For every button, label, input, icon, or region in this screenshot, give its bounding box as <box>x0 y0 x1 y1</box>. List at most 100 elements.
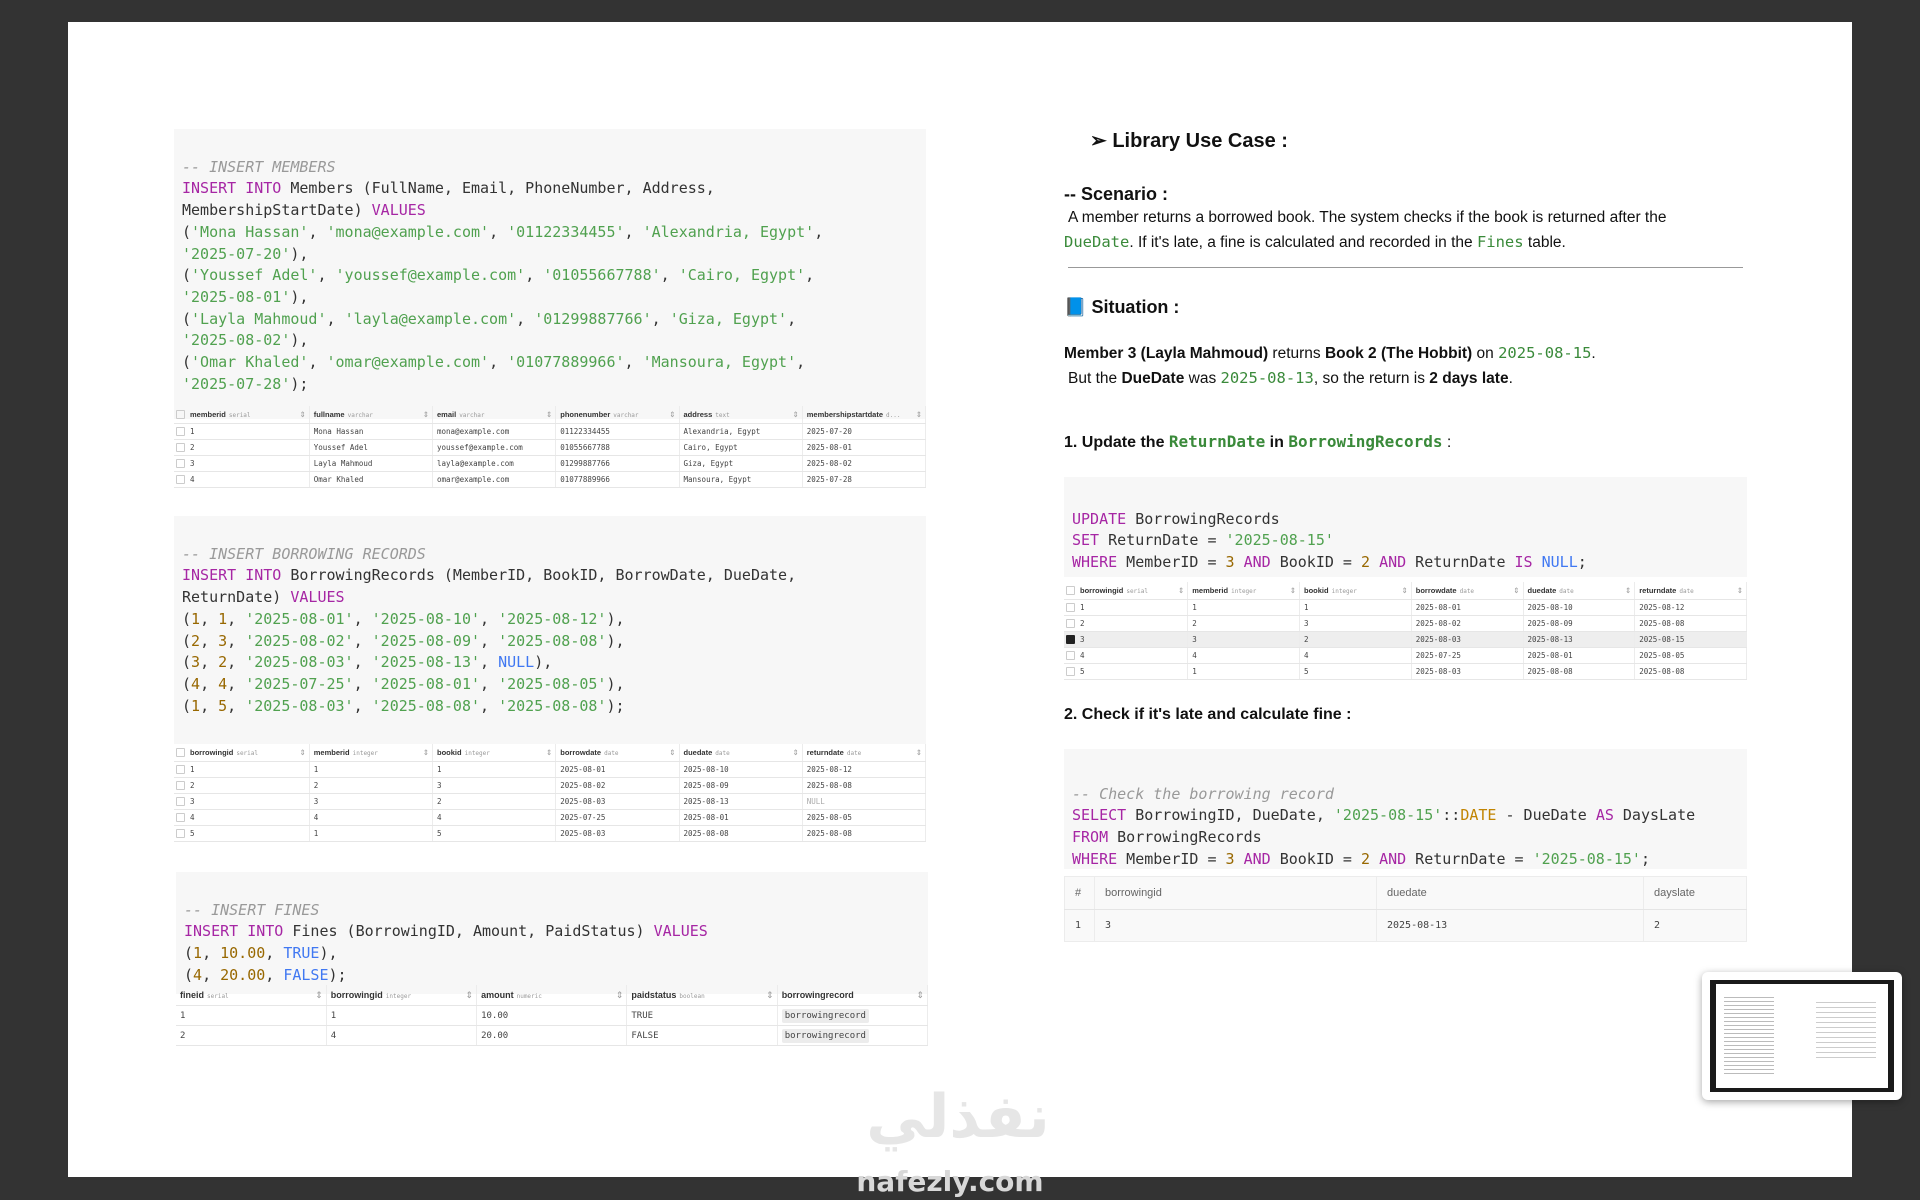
column-header[interactable]: borrowingid serial ⇕ <box>1076 582 1189 600</box>
table-cell: 1 <box>1187 663 1300 680</box>
column-header[interactable]: borrowdate date ⇕ <box>555 744 680 762</box>
row-checkbox[interactable] <box>174 777 186 794</box>
sort-icon[interactable]: ⇕ <box>792 748 798 757</box>
column-header[interactable]: returndate date ⇕ <box>802 744 927 762</box>
column-header[interactable]: bookid integer ⇕ <box>1299 582 1412 600</box>
table-row[interactable]: 3 3 2 2025-08-03 2025-08-13 NULL <box>174 793 927 810</box>
code-number: 20.00 <box>220 965 266 984</box>
sort-icon[interactable]: ⇕ <box>916 990 924 1001</box>
sort-icon[interactable]: ⇕ <box>299 748 305 757</box>
table-row[interactable]: 2 2 3 2025-08-02 2025-08-09 2025-08-08 <box>1064 615 1747 632</box>
sort-icon[interactable]: ⇕ <box>1737 586 1743 595</box>
sort-icon[interactable]: ⇕ <box>299 410 305 419</box>
row-checkbox[interactable] <box>174 423 186 440</box>
column-header[interactable]: borrowingid integer ⇕ <box>326 985 478 1006</box>
column-header[interactable]: memberid integer ⇕ <box>1187 582 1300 600</box>
column-header[interactable]: address text ⇕ <box>679 406 803 424</box>
select-all-checkbox[interactable] <box>174 744 186 762</box>
column-type: date <box>604 750 619 757</box>
sort-icon[interactable]: ⇕ <box>546 748 552 757</box>
row-checkbox[interactable] <box>1064 647 1076 664</box>
row-checkbox[interactable] <box>1064 615 1076 632</box>
column-header[interactable]: amount numeric ⇕ <box>476 985 628 1006</box>
sort-icon[interactable]: ⇕ <box>1290 586 1296 595</box>
insert-fines-code-block: -- INSERT FINES INSERT INTO Fines (Borro… <box>176 872 928 994</box>
sort-icon[interactable]: ⇕ <box>1178 586 1184 595</box>
table-row[interactable]: 1 1 1 2025-08-01 2025-08-10 2025-08-12 <box>1064 599 1747 616</box>
column-header[interactable]: borrowingid serial ⇕ <box>186 744 310 762</box>
row-checkbox[interactable] <box>174 761 186 778</box>
table-cell: 5 <box>1299 663 1412 680</box>
sort-icon[interactable]: ⇕ <box>466 990 474 1001</box>
table-cell: borrowingrecord <box>777 1005 929 1026</box>
column-header[interactable]: borrowdate date ⇕ <box>1411 582 1524 600</box>
row-checkbox[interactable] <box>174 439 186 456</box>
table-row[interactable]: 4 Omar Khaled omar@example.com 01077889966 M… <box>174 471 927 488</box>
row-checkbox[interactable] <box>174 825 186 842</box>
column-header[interactable]: bookid integer ⇕ <box>432 744 557 762</box>
column-header[interactable]: email varchar ⇕ <box>432 406 557 424</box>
table-cell: FALSE <box>626 1025 778 1046</box>
table-cell: 2025-08-03 <box>1411 663 1524 680</box>
table-row[interactable]: 5 1 5 2025-08-03 2025-08-08 2025-08-08 <box>1064 663 1747 680</box>
table-cell: TRUE <box>626 1005 778 1026</box>
column-header[interactable]: memberid integer ⇕ <box>309 744 434 762</box>
column-header[interactable]: duedate date ⇕ <box>679 744 803 762</box>
code-keyword: VALUES <box>653 922 708 941</box>
table-cell: 2025-08-13 <box>1376 909 1644 942</box>
sort-icon[interactable]: ⇕ <box>315 990 323 1001</box>
table-row[interactable]: 2 Youssef Adel youssef@example.com 01055667… <box>174 439 927 456</box>
table-row[interactable]: 1 Mona Hassan mona@example.com 01122334455 A… <box>174 423 927 440</box>
sort-icon[interactable]: ⇕ <box>1625 586 1631 595</box>
code-literal: NULL <box>1541 553 1578 572</box>
row-checkbox[interactable] <box>174 793 186 810</box>
sort-icon[interactable]: ⇕ <box>669 410 675 419</box>
table-row[interactable]: 3 Layla Mahmoud layla@example.com 012998877… <box>174 455 927 472</box>
code-string: '2025-08-03' <box>245 696 354 715</box>
code-keyword: WHERE <box>1072 553 1118 572</box>
sort-icon[interactable]: ⇕ <box>546 410 552 419</box>
table-cell: 4 <box>432 809 557 826</box>
row-checkbox[interactable] <box>174 455 186 472</box>
column-header[interactable]: duedate date ⇕ <box>1523 582 1636 600</box>
table-row[interactable]: 4 4 4 2025-07-25 2025-08-01 2025-08-05 <box>1064 647 1747 664</box>
sort-icon[interactable]: ⇕ <box>616 990 624 1001</box>
row-checkbox[interactable] <box>1064 599 1076 616</box>
table-row[interactable]: 1 1 1 2025-08-01 2025-08-10 2025-08-12 <box>174 761 927 778</box>
sort-icon[interactable]: ⇕ <box>766 990 774 1001</box>
column-header[interactable]: memberid serial ⇕ <box>186 406 310 424</box>
row-checkbox[interactable] <box>1064 631 1076 648</box>
table-row[interactable]: 3 3 2 2025-08-03 2025-08-13 2025-08-15 <box>1064 631 1747 648</box>
relation-chip[interactable]: borrowingrecord <box>781 1028 869 1043</box>
column-header[interactable]: fineid serial ⇕ <box>176 985 327 1006</box>
row-checkbox[interactable] <box>1064 663 1076 680</box>
select-all-checkbox[interactable] <box>1064 582 1076 600</box>
table-row[interactable]: 4 4 4 2025-07-25 2025-08-01 2025-08-05 <box>174 809 927 826</box>
updated-borrowing-grid: borrowingid serial ⇕ memberid integer ⇕ bookid… <box>1064 582 1747 680</box>
column-header[interactable]: fullname varchar ⇕ <box>309 406 434 424</box>
column-type: text <box>715 412 730 419</box>
column-header[interactable]: membershipstartdate d... ⇕ <box>802 406 927 424</box>
table-row[interactable]: 5 1 5 2025-08-03 2025-08-08 2025-08-08 <box>174 825 927 842</box>
sort-icon[interactable]: ⇕ <box>669 748 675 757</box>
sort-icon[interactable]: ⇕ <box>792 410 798 419</box>
page-thumbnail-preview[interactable] <box>1702 972 1902 1100</box>
code-number: 3 <box>218 631 228 650</box>
table-row[interactable]: 2 4 20.00 FALSE borrowingrecord <box>176 1025 929 1046</box>
column-header[interactable]: paidstatus boolean ⇕ <box>626 985 778 1006</box>
sort-icon[interactable]: ⇕ <box>1513 586 1519 595</box>
sort-icon[interactable]: ⇕ <box>423 748 429 757</box>
sort-icon[interactable]: ⇕ <box>916 410 922 419</box>
relation-chip[interactable]: borrowingrecord <box>781 1008 869 1023</box>
column-header[interactable]: returndate date ⇕ <box>1634 582 1747 600</box>
table-row[interactable]: 1 1 10.00 TRUE borrowingrecord <box>176 1005 929 1026</box>
sort-icon[interactable]: ⇕ <box>1401 586 1407 595</box>
sort-icon[interactable]: ⇕ <box>916 748 922 757</box>
table-row[interactable]: 2 2 3 2025-08-02 2025-08-09 2025-08-08 <box>174 777 927 794</box>
sort-icon[interactable]: ⇕ <box>423 410 429 419</box>
column-header[interactable]: phonenumber varchar ⇕ <box>555 406 680 424</box>
column-header[interactable]: borrowingrecord ⇕ <box>777 985 929 1006</box>
row-checkbox[interactable] <box>174 471 186 488</box>
row-checkbox[interactable] <box>174 809 186 826</box>
select-all-checkbox[interactable] <box>174 406 186 424</box>
